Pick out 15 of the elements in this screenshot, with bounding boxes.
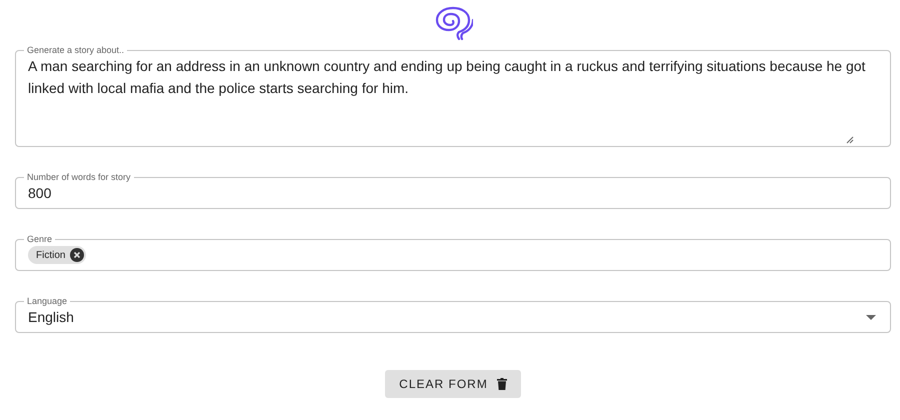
trash-icon	[496, 378, 507, 390]
remove-icon[interactable]	[70, 248, 84, 262]
genre-field[interactable]: Genre Fiction	[15, 234, 891, 271]
field-label: Language	[26, 296, 68, 306]
resize-handle-icon[interactable]	[846, 136, 854, 144]
genre-chip[interactable]: Fiction	[28, 246, 86, 264]
field-label: Genre	[26, 234, 54, 244]
word-count-field[interactable]: Number of words for story 800	[15, 172, 891, 209]
language-select[interactable]: Language English	[15, 296, 891, 333]
brain-icon	[433, 6, 473, 42]
field-label: Generate a story about..	[26, 45, 126, 55]
story-prompt-field[interactable]: Generate a story about.. A man searching for an address in an unknown country and ending up being caught in a ruckus and terrifying situations because he got linked with local mafia and the police starts searching for him.	[15, 45, 891, 147]
dropdown-arrow-icon	[866, 314, 876, 320]
clear-form-button[interactable]: CLEAR FORM	[385, 370, 521, 398]
field-label: Number of words for story	[26, 172, 132, 182]
